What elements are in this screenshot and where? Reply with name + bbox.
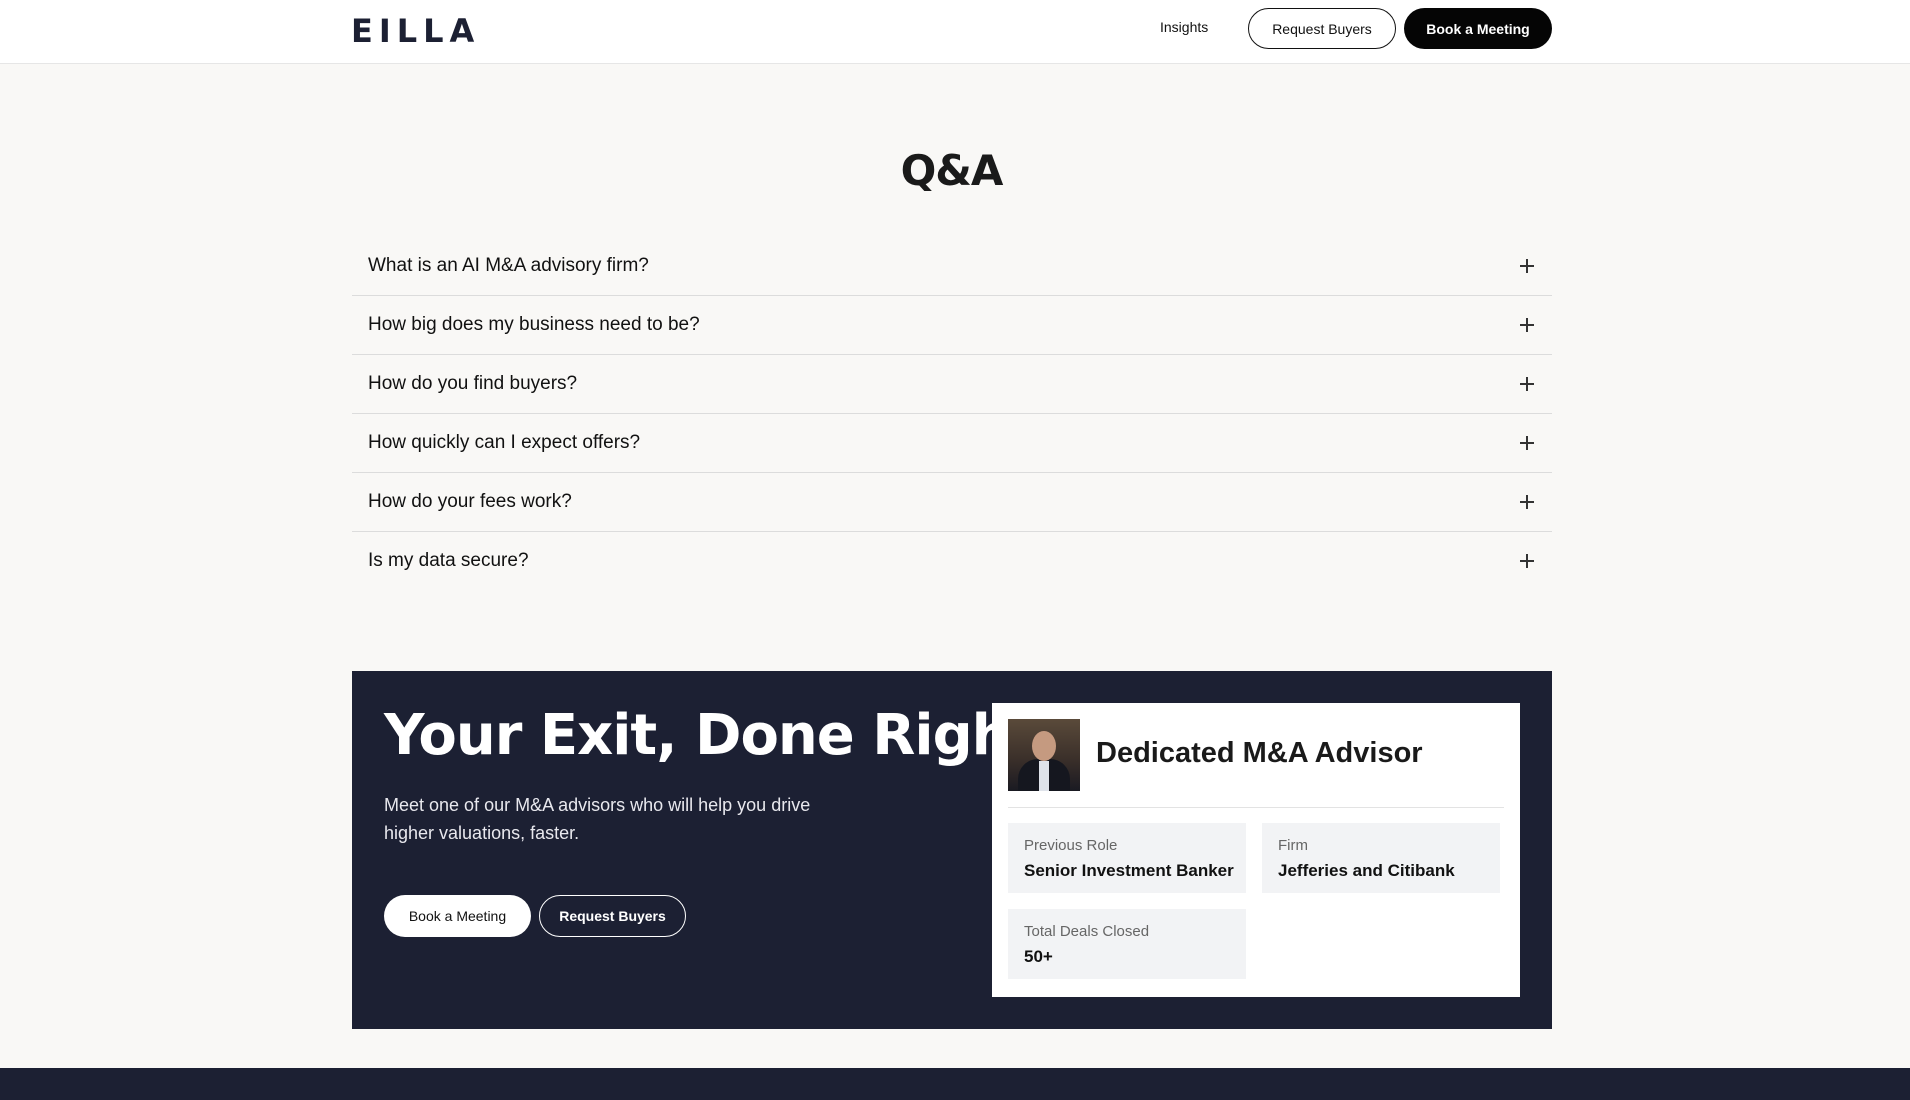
plus-icon[interactable] xyxy=(1520,318,1534,332)
faq-question: Is my data secure? xyxy=(368,550,529,571)
request-buyers-button[interactable]: Request Buyers xyxy=(1248,8,1396,49)
plus-icon[interactable] xyxy=(1520,259,1534,273)
faq-question: How do your fees work? xyxy=(368,491,572,512)
cta-book-meeting-button[interactable]: Book a Meeting xyxy=(384,895,531,937)
plus-icon[interactable] xyxy=(1520,554,1534,568)
faq-item[interactable]: How do your fees work? xyxy=(352,473,1552,532)
cta-subtitle: Meet one of our M&A advisors who will he… xyxy=(384,795,811,843)
faq-item[interactable]: How big does my business need to be? xyxy=(352,296,1552,355)
qa-heading: Q&A xyxy=(900,146,1004,195)
book-meeting-button[interactable]: Book a Meeting xyxy=(1404,8,1552,49)
stat-value: Jefferies and Citibank xyxy=(1278,861,1455,880)
cta-section: Your Exit, Done Right. Meet one of our M… xyxy=(352,671,1552,1029)
divider xyxy=(1008,807,1504,808)
stat-firm: Firm Jefferies and Citibank xyxy=(1262,823,1500,893)
plus-icon[interactable] xyxy=(1520,495,1534,509)
plus-icon[interactable] xyxy=(1520,436,1534,450)
faq-question: How big does my business need to be? xyxy=(368,314,700,335)
faq-item[interactable]: How quickly can I expect offers? xyxy=(352,414,1552,473)
cta-request-buyers-button[interactable]: Request Buyers xyxy=(539,895,686,937)
advisor-card-title: Dedicated M&A Advisor xyxy=(1096,737,1423,769)
advisor-avatar xyxy=(1008,719,1080,791)
faq-list: What is an AI M&A advisory firm? How big… xyxy=(352,237,1552,591)
faq-item[interactable]: What is an AI M&A advisory firm? xyxy=(352,237,1552,296)
faq-item[interactable]: Is my data secure? xyxy=(352,532,1552,591)
stat-total-deals: Total Deals Closed 50+ xyxy=(1008,909,1246,979)
site-header: EILLA Insights Request Buyers Book a Mee… xyxy=(0,0,1910,64)
stat-label: Total Deals Closed xyxy=(1024,923,1150,940)
faq-item[interactable]: How do you find buyers? xyxy=(352,355,1552,414)
stat-label: Previous Role xyxy=(1024,837,1118,854)
advisor-card: Dedicated M&A Advisor Previous Role Seni… xyxy=(992,703,1520,997)
cta-title: Your Exit, Done Right. xyxy=(384,703,1058,768)
nav-insights-link[interactable]: Insights xyxy=(1160,19,1208,37)
stat-value: Senior Investment Banker xyxy=(1024,861,1234,880)
faq-question: How quickly can I expect offers? xyxy=(368,432,641,453)
plus-icon[interactable] xyxy=(1520,377,1534,391)
stat-previous-role: Previous Role Senior Investment Banker xyxy=(1008,823,1246,893)
faq-question: How do you find buyers? xyxy=(368,373,578,394)
faq-question: What is an AI M&A advisory firm? xyxy=(368,255,649,276)
logo[interactable]: EILLA xyxy=(351,12,480,50)
footer-band xyxy=(0,1068,1910,1100)
stat-label: Firm xyxy=(1278,837,1308,854)
stat-value: 50+ xyxy=(1024,947,1053,966)
